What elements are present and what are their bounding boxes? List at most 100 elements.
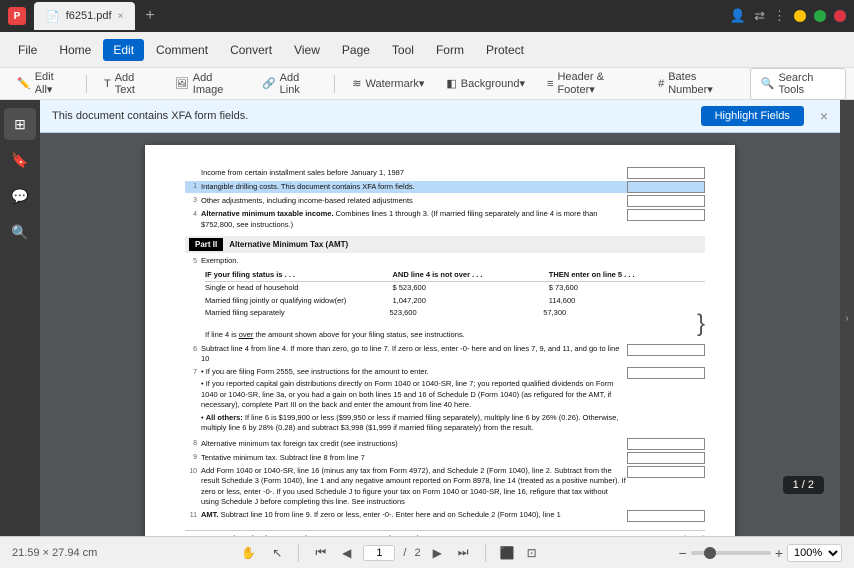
row-num-9: 9 [185,453,201,463]
part-ii-title: Alternative Minimum Tax (AMT) [229,239,348,250]
zoom-out-btn[interactable]: − [679,545,687,561]
row-text-1: Intangible drilling costs. This document… [201,182,627,193]
page-total-label: 2 [414,547,420,559]
last-page-btn[interactable]: ⏭ [454,543,473,562]
row-box-9 [627,452,705,464]
background-icon: ◧ [446,77,456,90]
pdf-row-9: 9 Tentative minimum tax. Subtract line 8… [185,452,705,464]
menu-tool[interactable]: Tool [382,39,424,61]
row-num-1: 1 [185,182,201,192]
zoom-slider[interactable] [691,551,771,555]
filing-row-single: Single or head of household $ 523,600 $ … [205,282,705,295]
pdf-row-4: 4 Alternative minimum taxable income. Co… [185,209,705,230]
sidebar-bookmark-btn[interactable]: 🔖 [4,144,36,176]
header-footer-label: Header & Footer▾ [557,71,636,96]
tab-label: f6251.pdf [66,10,112,22]
filing-row-married-joint: Married filing jointly or qualifying wid… [205,295,705,308]
sidebar-pages-btn[interactable]: ⊞ [4,108,36,140]
add-link-icon: 🔗 [262,77,276,90]
search-tools-btn[interactable]: 🔍 Search Tools [750,68,846,100]
fit-width-btn[interactable]: ⬛ [498,544,517,562]
maximize-btn[interactable] [814,10,826,22]
tab-close-btn[interactable]: × [118,11,124,22]
background-label: Background▾ [461,77,525,90]
footer-cat-text: Cat. No. 13600G [511,534,567,536]
menu-home[interactable]: Home [49,39,101,61]
page-number-input[interactable] [363,545,395,561]
next-page-btn[interactable]: ▶ [429,544,446,562]
filing-amt-married-joint: 1,047,200 [393,296,549,307]
xfa-banner: This document contains XFA form fields. … [40,100,840,133]
filing-over-note: If line 4 is over the amount shown above… [205,330,705,341]
menu-file[interactable]: File [8,39,47,61]
fit-page-btn[interactable]: ⊡ [525,544,539,562]
left-sidebar: ⊞ 🔖 💬 🔍 [0,100,40,536]
row-text-7-bullet1: • If you are filing Form 2555, see instr… [201,367,627,378]
menu-comment[interactable]: Comment [146,39,218,61]
pdf-footer: For Paperwork Reduction Act Notice, see … [185,530,705,536]
pdf-scroll-area[interactable]: Income from certain installment sales be… [40,133,840,536]
right-panel-toggle[interactable]: › [840,100,854,536]
zoom-select[interactable]: 100% 75% 125% 150% 200% [787,544,842,562]
pdf-row-7-label: 7 • If you are filing Form 2555, see ins… [185,367,705,436]
pdf-row-1: 1 Intangible drilling costs. This docume… [185,181,705,193]
row-num-10: 10 [185,466,201,477]
zoom-in-btn[interactable]: + [775,545,783,561]
menu-page[interactable]: Page [332,39,380,61]
filing-result-married-sep: 57,300 [543,308,697,327]
add-link-btn[interactable]: 🔗 Add Link [253,68,326,100]
toolbar-sep-1 [86,75,87,93]
background-btn[interactable]: ◧ Background▾ [437,73,534,94]
menu-view[interactable]: View [284,39,330,61]
col-line4: AND line 4 is not over . . . [393,270,549,281]
filing-status-table: IF your filing status is . . . AND line … [205,269,705,341]
add-image-btn[interactable]: 🖼 Add Image [166,68,249,100]
titlebar-icons: 👤 ⇄ ⋮ [730,8,786,24]
watermark-btn[interactable]: ≋ Watermark▾ [343,73,433,94]
menu-edit[interactable]: Edit [103,39,144,61]
edit-all-icon: ✏️ [17,77,31,90]
first-page-btn[interactable]: ⏮ [311,543,330,562]
active-tab[interactable]: 📄 f6251.pdf × [34,2,135,30]
add-image-label: Add Image [193,72,240,96]
title-bar-left: P [8,7,26,25]
hand-tool-btn[interactable]: ✋ [237,544,260,562]
close-btn[interactable] [834,10,846,22]
row-num-5: 5 [185,257,201,267]
highlight-fields-btn[interactable]: Highlight Fields [701,106,804,126]
row-text-10: Add Form 1040 or 1040-SR, line 16 (minus… [201,466,627,508]
menu-convert[interactable]: Convert [220,39,282,61]
select-tool-btn[interactable]: ↖ [268,544,286,562]
pdf-row-5: 5 Exemption. [185,256,705,267]
row-num-11: 11 [185,510,201,521]
app-icon: P [8,7,26,25]
zoom-controls: − + 100% 75% 125% 150% 200% [679,544,842,562]
row-num-3: 3 [185,196,201,206]
col-line5: THEN enter on line 5 . . . [549,270,705,281]
add-text-icon: T [104,78,111,90]
menu-form[interactable]: Form [426,39,474,61]
page-separator: / [403,547,406,559]
row-num-6: 6 [185,344,201,355]
bates-icon: # [658,78,664,90]
filing-table-header: IF your filing status is . . . AND line … [205,269,705,283]
edit-all-btn[interactable]: ✏️ Edit All▾ [8,67,78,100]
add-text-btn[interactable]: T Add Text [95,68,162,100]
filing-status-married-sep: Married filing separately [205,308,390,327]
bottom-sep-2 [485,544,486,562]
menu-protect[interactable]: Protect [476,39,534,61]
header-footer-btn[interactable]: ≡ Header & Footer▾ [538,67,645,100]
filing-row-married-sep: Married filing separately 523,600 57,300… [205,307,705,328]
new-tab-btn[interactable]: + [139,5,160,27]
sidebar-search-btn[interactable]: 🔍 [4,216,36,248]
bates-label: Bates Number▾ [668,71,737,96]
minimize-btn[interactable] [794,10,806,22]
prev-page-btn[interactable]: ◀ [338,544,355,562]
row-text-11: AMT. Subtract line 10 from line 9. If ze… [201,510,627,521]
bates-number-btn[interactable]: # Bates Number▾ [649,67,746,100]
xfa-close-btn[interactable]: × [820,108,828,124]
edit-all-label: Edit All▾ [35,71,69,96]
sidebar-comment-btn[interactable]: 💬 [4,180,36,212]
row-num-7: 7 [185,367,201,378]
more-icon[interactable]: ⋮ [773,8,786,24]
